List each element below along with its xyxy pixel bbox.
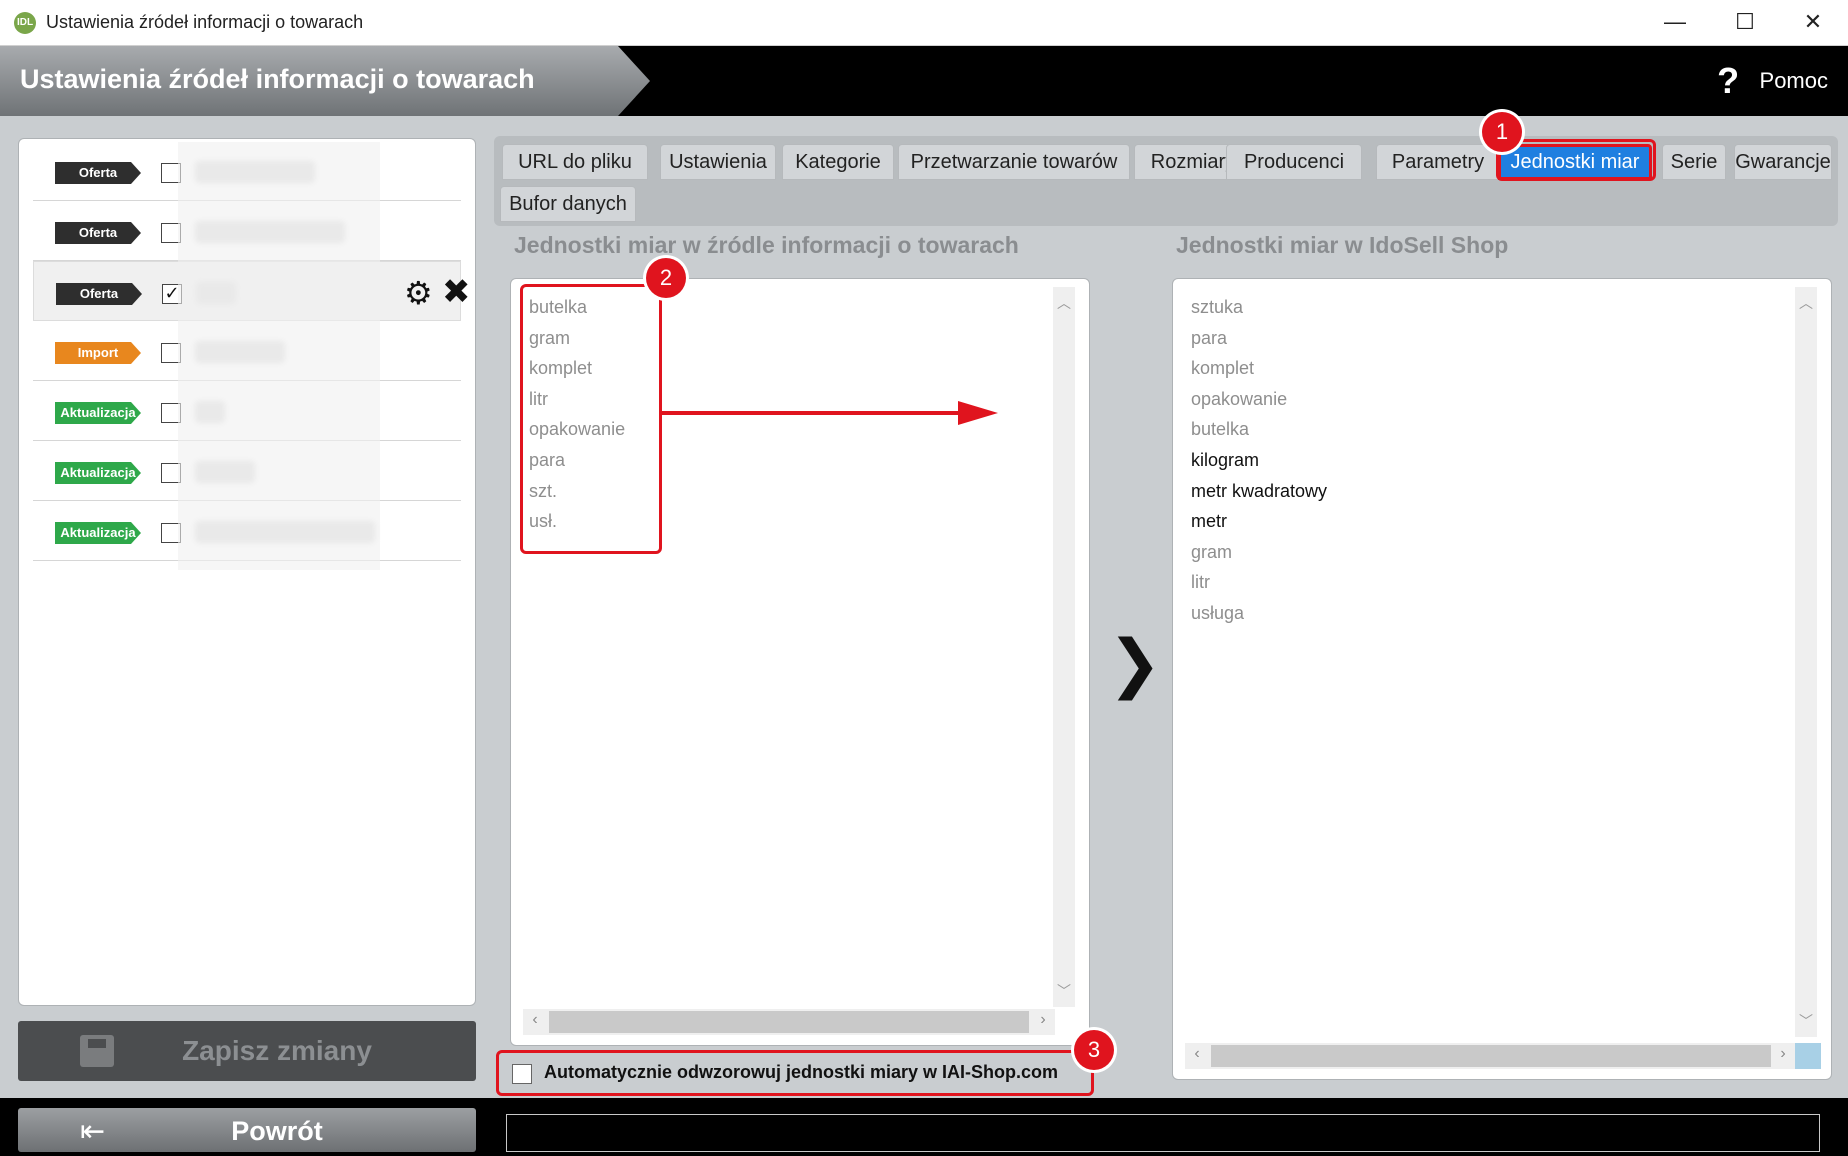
scroll-right-arrow-icon[interactable]: › <box>1033 1011 1053 1029</box>
scroll-left-arrow-icon[interactable]: ‹ <box>1187 1045 1207 1063</box>
shop-unit-item[interactable]: metr kwadratowy <box>1191 481 1327 502</box>
source-type-badge: Oferta <box>56 283 142 305</box>
shop-unit-item[interactable]: para <box>1191 328 1227 349</box>
source-type-badge: Aktualizacja <box>55 402 141 424</box>
source-type-badge: Oferta <box>55 222 141 244</box>
source-type-badge: Import <box>55 342 141 364</box>
tab-kategorie[interactable]: Kategorie <box>782 144 894 180</box>
source-type-badge: Aktualizacja <box>55 462 141 484</box>
save-changes-button[interactable]: Zapisz zmiany <box>18 1021 476 1081</box>
save-changes-label: Zapisz zmiany <box>182 1035 372 1066</box>
shop-list-vertical-scrollbar[interactable]: ︿ ﹀ <box>1795 287 1817 1037</box>
shop-unit-item[interactable]: kilogram <box>1191 450 1259 471</box>
bottom-bar: ⇤ Powrót <box>0 1098 1848 1156</box>
source-type-badge: Aktualizacja <box>55 522 141 544</box>
shop-unit-item[interactable]: opakowanie <box>1191 389 1287 410</box>
tab-producenci[interactable]: Producenci <box>1226 144 1362 180</box>
scroll-up-arrow-icon[interactable]: ︿ <box>1053 293 1075 313</box>
shop-unit-item[interactable]: komplet <box>1191 358 1254 379</box>
scroll-right-arrow-icon[interactable]: › <box>1773 1045 1793 1063</box>
scrollbar-corner <box>1795 1043 1821 1069</box>
scrollbar-thumb[interactable] <box>549 1011 1029 1033</box>
source-units-title: Jednostki miar w źródle informacji o tow… <box>514 232 1019 258</box>
tab-parametry[interactable]: Parametry <box>1376 144 1500 180</box>
tab-gwarancje[interactable]: Gwarancje <box>1734 144 1832 180</box>
status-field <box>506 1114 1820 1152</box>
shop-unit-item[interactable]: butelka <box>1191 419 1249 440</box>
tab-url-do-pliku[interactable]: URL do pliku <box>502 144 648 180</box>
tab-serie[interactable]: Serie <box>1662 144 1726 180</box>
shop-unit-item[interactable]: litr <box>1191 572 1210 593</box>
annotation-arrow <box>662 401 998 425</box>
maximize-button[interactable]: ☐ <box>1710 0 1780 46</box>
tab-przetwarzanie-towarów[interactable]: Przetwarzanie towarów <box>898 144 1130 180</box>
annotation-box-tab <box>1496 139 1656 181</box>
page-title: Ustawienia źródeł informacji o towarach <box>20 64 535 94</box>
scroll-left-arrow-icon[interactable]: ‹ <box>525 1011 545 1029</box>
application-window: IDL Ustawienia źródeł informacji o towar… <box>0 0 1848 1156</box>
header-banner: Ustawienia źródeł informacji o towarach <box>0 46 650 116</box>
scroll-down-arrow-icon[interactable]: ﹀ <box>1795 1011 1817 1031</box>
shop-unit-item[interactable]: sztuka <box>1191 297 1243 318</box>
window-title: Ustawienia źródeł informacji o towarach <box>46 12 364 32</box>
tab-ustawienia[interactable]: Ustawienia <box>660 144 776 180</box>
shop-unit-item[interactable]: gram <box>1191 542 1232 563</box>
shop-units-title: Jednostki miar w IdoSell Shop <box>1176 232 1509 258</box>
scrollbar-thumb[interactable] <box>1211 1045 1771 1067</box>
question-mark-icon: ? <box>1717 60 1740 101</box>
floppy-disk-icon <box>80 1035 114 1067</box>
blurred-source-names <box>178 142 380 570</box>
annotation-badge-1: 1 <box>1482 112 1522 152</box>
page-header: Ustawienia źródeł informacji o towarach … <box>0 46 1848 116</box>
minimize-button[interactable]: — <box>1640 0 1710 46</box>
help-label: Pomoc <box>1759 68 1828 93</box>
source-type-badge: Oferta <box>55 162 141 184</box>
shop-unit-item[interactable]: metr <box>1191 511 1227 532</box>
scroll-down-arrow-icon[interactable]: ﹀ <box>1053 981 1075 1001</box>
shop-list-horizontal-scrollbar[interactable]: ‹ › <box>1185 1043 1821 1069</box>
annotation-badge-3: 3 <box>1074 1030 1114 1070</box>
shop-unit-item[interactable]: usługa <box>1191 603 1244 624</box>
app-icon: IDL <box>14 12 36 34</box>
back-button[interactable]: ⇤ Powrót <box>18 1108 476 1152</box>
source-list-vertical-scrollbar[interactable]: ︿ ﹀ <box>1053 287 1075 1007</box>
title-bar: IDL Ustawienia źródeł informacji o towar… <box>0 0 1848 46</box>
shop-units-list[interactable]: ︿ ﹀ ‹ › sztuka para komplet opakowanie butel… <box>1172 278 1832 1080</box>
annotation-box-source-units <box>520 284 662 554</box>
back-label: Powrót <box>231 1116 323 1146</box>
delete-icon[interactable]: ✖ <box>442 272 471 312</box>
annotation-badge-2: 2 <box>646 258 686 298</box>
source-list-horizontal-scrollbar[interactable]: ‹ › <box>523 1009 1055 1035</box>
tab-bufor-danych[interactable]: Bufor danych <box>500 186 636 222</box>
annotation-box-auto-map <box>496 1050 1094 1096</box>
map-units-arrow-button[interactable]: ❯ <box>1108 626 1162 701</box>
exit-arrow-icon: ⇤ <box>80 1115 106 1148</box>
gear-icon[interactable]: ⚙ <box>404 274 433 312</box>
close-window-button[interactable]: ✕ <box>1778 0 1848 46</box>
scroll-up-arrow-icon[interactable]: ︿ <box>1795 293 1817 313</box>
help-button[interactable]: ? Pomoc <box>1717 60 1828 101</box>
